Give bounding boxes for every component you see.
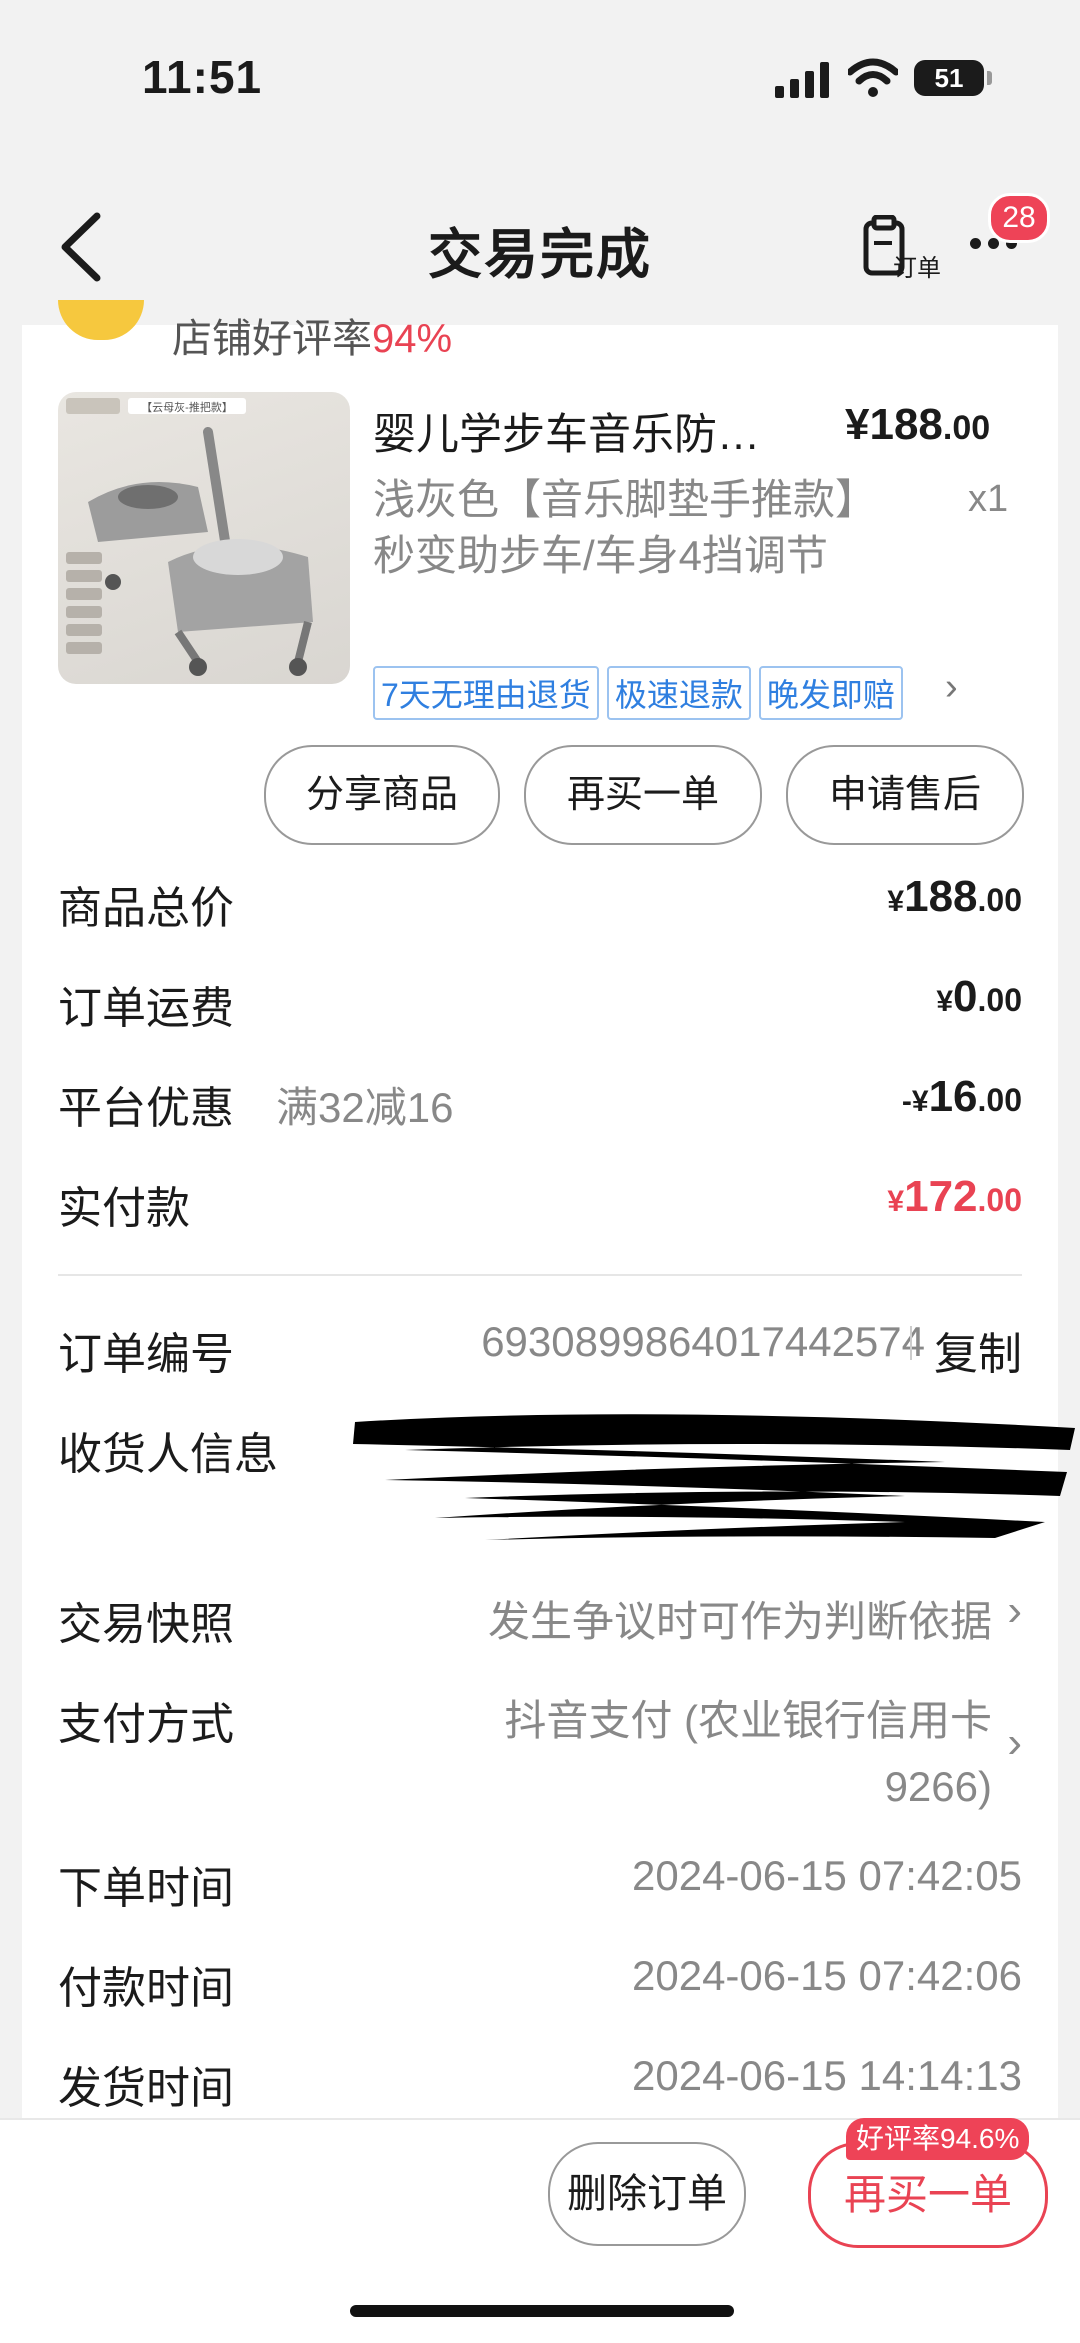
order-time-value: 2024-06-15 07:42:05	[632, 1852, 1022, 1899]
trade-snapshot-label: 交易快照	[58, 1600, 234, 1649]
rebuy-button[interactable]: 再买一单	[524, 745, 762, 845]
service-tag: 晚发即赔	[758, 666, 903, 720]
product-spec: 浅灰色【音乐脚垫手推款】秒变助步车/车身4挡调节	[373, 476, 878, 579]
share-product-button[interactable]: 分享商品	[264, 745, 500, 845]
battery-tip	[987, 71, 992, 85]
rating-badge: 好评率94.6%	[846, 2118, 1030, 2160]
battery-icon: 51	[914, 60, 984, 96]
shipping-fee-label: 订单运费	[58, 984, 234, 1033]
receiver-info-label: 收货人信息	[58, 1430, 278, 1479]
after-sale-button[interactable]: 申请售后	[786, 745, 1024, 845]
service-tag: 7天无理由退货	[373, 666, 599, 720]
divider	[58, 1274, 1022, 1276]
payment-time-label: 付款时间	[58, 1964, 234, 2013]
chevron-right-icon[interactable]: ›	[945, 666, 958, 709]
redaction-scribble	[353, 1414, 1075, 1540]
paid-amount-value: ¥172.00	[887, 1172, 1022, 1221]
product-price: ¥188.00	[845, 400, 991, 449]
total-price-value: ¥188.00	[887, 872, 1022, 921]
product-image[interactable]: 【云母灰-推把款】	[58, 392, 350, 684]
message-count-badge: 28	[988, 193, 1050, 243]
ship-time-label: 发货时间	[58, 2064, 234, 2113]
wifi-icon	[848, 58, 898, 97]
product-image-caption: 【云母灰-推把款】	[141, 400, 233, 414]
copy-button[interactable]: 复制	[934, 1318, 1022, 1382]
product-quantity: x1	[968, 478, 1009, 520]
status-time: 11:51	[142, 51, 263, 103]
product-name[interactable]: 婴儿学步车音乐防…	[373, 400, 813, 462]
platform-discount-value: -¥16.00	[901, 1072, 1022, 1121]
shipping-fee-value: ¥0.00	[936, 972, 1022, 1021]
service-tags[interactable]: 7天无理由退货 极速退款 晚发即赔	[373, 666, 911, 720]
signal-icon	[775, 62, 829, 98]
order-number-label: 订单编号	[58, 1330, 234, 1379]
chevron-right-icon[interactable]: ›	[1007, 1718, 1022, 1768]
platform-discount-note: 满32减16	[276, 1084, 454, 1131]
payment-method-label: 支付方式	[58, 1700, 234, 1749]
delete-order-button[interactable]: 删除订单	[548, 2142, 746, 2246]
total-price-label: 商品总价	[58, 884, 234, 933]
order-time-label: 下单时间	[58, 1864, 234, 1913]
payment-time-value: 2024-06-15 07:42:06	[632, 1952, 1022, 1999]
separator	[910, 1326, 912, 1360]
trade-snapshot-value[interactable]: 发生争议时可作为判断依据	[488, 1588, 992, 1649]
service-tag: 极速退款	[606, 666, 751, 720]
platform-discount-label: 平台优惠	[58, 1084, 234, 1133]
order-number-value: 6930899864017442574	[481, 1318, 925, 1365]
shop-rating-value: 94%	[372, 317, 453, 361]
home-indicator	[350, 2305, 734, 2317]
payment-method-value[interactable]: 抖音支付 (农业银行信用卡 9266)	[504, 1688, 992, 1820]
shop-rating: 店铺好评率94%	[172, 317, 453, 361]
paid-amount-label: 实付款	[58, 1184, 190, 1233]
ship-time-value: 2024-06-15 14:14:13	[632, 2052, 1022, 2099]
baby-walker-illustration: 【云母灰-推把款】	[66, 398, 313, 676]
order-icon-label[interactable]: 订单	[893, 248, 941, 283]
chevron-right-icon[interactable]: ›	[1007, 1586, 1022, 1636]
